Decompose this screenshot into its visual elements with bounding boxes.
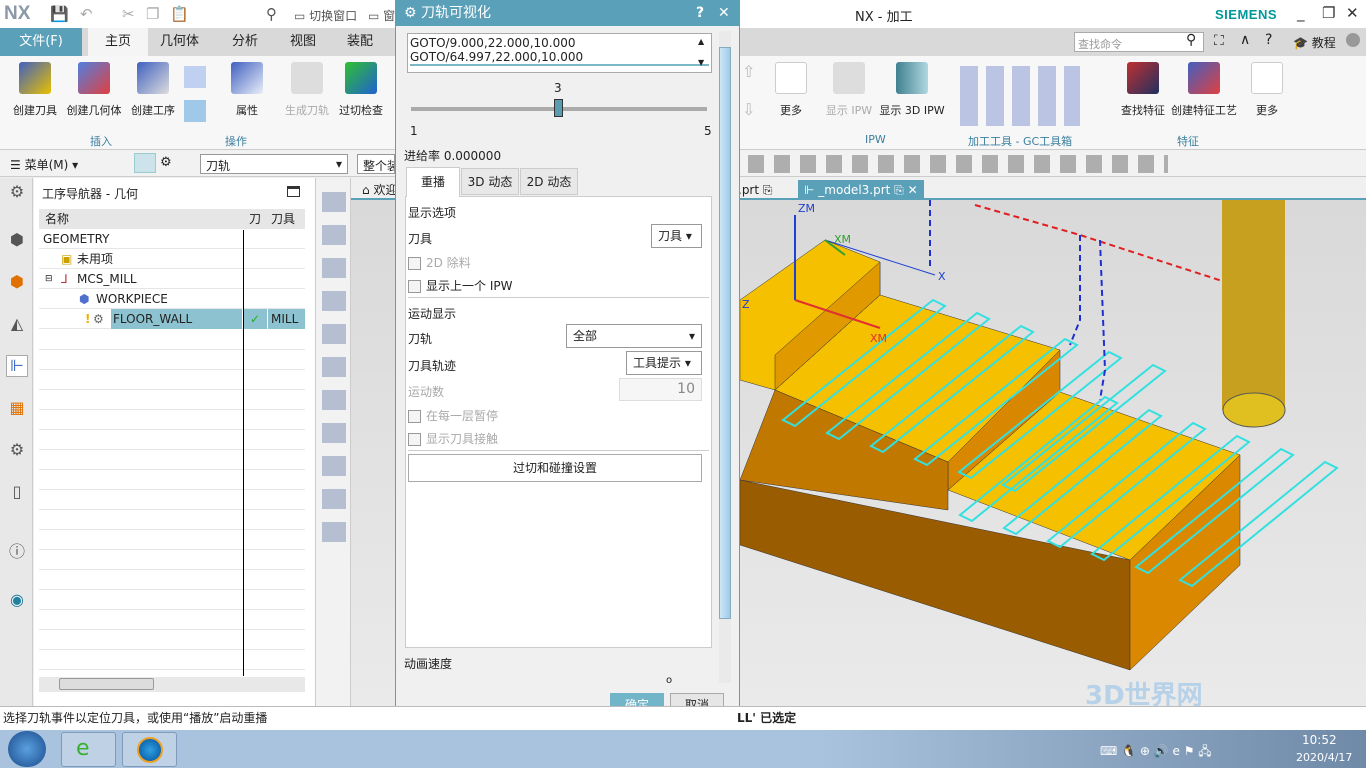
tool-select-value: 刀具 bbox=[658, 229, 683, 243]
animation-speed-label: 动画速度 bbox=[404, 657, 453, 671]
checkbox-icon bbox=[408, 410, 421, 423]
tool-label: 刀具 bbox=[408, 232, 433, 246]
axis-label-z: Z bbox=[742, 298, 750, 311]
axis-label-xm-top: XM bbox=[834, 233, 852, 246]
tab-replay[interactable]: 重播 bbox=[406, 167, 460, 197]
dialog-scroll-thumb[interactable] bbox=[719, 47, 731, 619]
path-select-value: 全部 bbox=[573, 329, 598, 343]
clock-date[interactable]: 2020/4/17 bbox=[1296, 751, 1352, 764]
show-contact-checkbox[interactable]: 显示刀具接触 bbox=[408, 430, 498, 447]
help-icon[interactable]: ? bbox=[696, 1, 704, 26]
gouge-collision-settings-button[interactable]: 过切和碰撞设置 bbox=[408, 454, 702, 482]
event-item[interactable]: GOTO/9.000,22.000,10.000 bbox=[410, 36, 709, 50]
slider-min: 1 bbox=[410, 124, 418, 138]
clock-time[interactable]: 10:52 bbox=[1302, 733, 1337, 747]
path-select[interactable]: 全部 ▾ bbox=[566, 324, 702, 348]
pause-layer-checkbox[interactable]: 在每一层暂停 bbox=[408, 407, 498, 424]
tray-icons[interactable]: ⌨ 🐧 ⊕ 🔊 e ⚑ 🖧 bbox=[1100, 742, 1212, 763]
axis-label-xm: XM bbox=[870, 332, 888, 345]
slider-value: 3 bbox=[554, 81, 562, 95]
cutting-tool bbox=[1222, 200, 1285, 410]
status-bar: 选择刀轨事件以定位刀具，或使用“播放”启动重播 LL' 已选定 bbox=[0, 706, 1366, 730]
cutting-tool-tip bbox=[1222, 392, 1286, 428]
start-button[interactable] bbox=[8, 731, 46, 767]
approach-move bbox=[1099, 239, 1107, 401]
tab-content: 显示选项 刀具 刀具 ▾ 2D 除料 显示上一个 IPW 运动显示 刀轨 全部 ▾… bbox=[405, 196, 712, 648]
divider bbox=[408, 450, 709, 451]
motions-label: 运动数 bbox=[408, 385, 445, 399]
checkbox-icon bbox=[408, 257, 421, 270]
taskbar-ie[interactable]: e bbox=[61, 732, 116, 767]
remove-2d-checkbox[interactable]: 2D 除料 bbox=[408, 254, 471, 271]
slider-thumb[interactable] bbox=[554, 99, 563, 117]
gear-icon[interactable]: ⚙ bbox=[404, 5, 417, 21]
show-prev-ipw-label: 显示上一个 IPW bbox=[426, 279, 513, 293]
list-scroll-up-icon[interactable]: ▲ bbox=[698, 37, 704, 46]
dialog-title: 刀轨可视化 bbox=[421, 5, 492, 21]
show-contact-label: 显示刀具接触 bbox=[426, 432, 499, 446]
tool-select[interactable]: 刀具 ▾ bbox=[651, 224, 702, 248]
event-list[interactable]: GOTO/9.000,22.000,10.000 GOTO/64.997,22.… bbox=[407, 33, 712, 73]
feed-rate: 进给率 0.000000 bbox=[404, 149, 502, 163]
checkbox-icon bbox=[408, 433, 421, 446]
axis-label-x: X bbox=[938, 270, 946, 283]
show-prev-ipw-checkbox[interactable]: 显示上一个 IPW bbox=[408, 277, 512, 294]
slider-max: 5 bbox=[704, 124, 712, 138]
status-prompt: 选择刀轨事件以定位刀具，或使用“播放”启动重播 bbox=[3, 711, 268, 725]
display-options-heading: 显示选项 bbox=[408, 206, 457, 220]
motion-display-heading: 运动显示 bbox=[408, 307, 457, 321]
animation-speed-value: o bbox=[666, 675, 673, 686]
event-item-selected[interactable]: GOTO/64.997,22.000,10.000 bbox=[410, 50, 709, 66]
tool-trace-select[interactable]: 工具提示 ▾ bbox=[626, 351, 702, 375]
toolpath-visualization-dialog: ⚙ 刀轨可视化 ? ✕ GOTO/9.000,22.000,10.000 GOT… bbox=[395, 0, 740, 728]
status-message: LL' 已选定 bbox=[737, 711, 797, 725]
dialog-title-bar[interactable]: ⚙ 刀轨可视化 ? ✕ bbox=[396, 1, 739, 26]
retract-move bbox=[1069, 235, 1081, 346]
tool-trace-label: 刀具轨迹 bbox=[408, 359, 457, 373]
motions-input[interactable]: 10 bbox=[619, 378, 702, 401]
remove-2d-label: 2D 除料 bbox=[426, 256, 471, 270]
tab-3d-dynamic[interactable]: 3D 动态 bbox=[461, 168, 519, 195]
nx-app-icon bbox=[137, 737, 163, 763]
list-scroll-down-icon[interactable]: ▼ bbox=[698, 58, 704, 67]
dialog-scrollbar[interactable] bbox=[719, 31, 731, 683]
ie-icon: e bbox=[76, 736, 90, 761]
taskbar-nx[interactable] bbox=[122, 732, 177, 767]
path-label: 刀轨 bbox=[408, 332, 433, 346]
axis-label-zm: ZM bbox=[798, 202, 816, 215]
pause-layer-label: 在每一层暂停 bbox=[426, 409, 499, 423]
checkbox-icon bbox=[408, 280, 421, 293]
tab-2d-dynamic[interactable]: 2D 动态 bbox=[520, 168, 578, 195]
divider bbox=[408, 297, 709, 298]
close-icon[interactable]: ✕ bbox=[718, 1, 730, 26]
tool-trace-value: 工具提示 bbox=[633, 356, 682, 370]
